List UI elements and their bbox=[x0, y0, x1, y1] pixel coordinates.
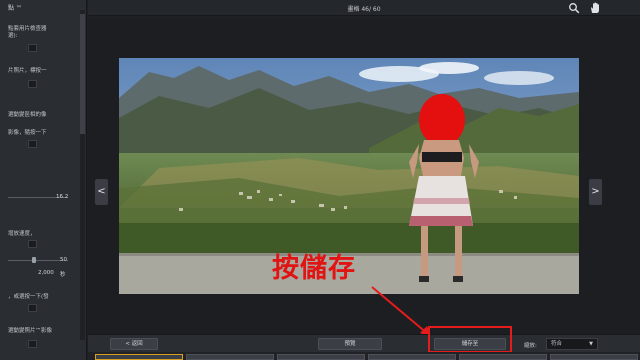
zoom-value: 符合 bbox=[551, 341, 563, 347]
save-highlight-box bbox=[428, 326, 512, 353]
zoom-label: 縮放: bbox=[524, 343, 537, 349]
back-label: 返回 bbox=[131, 341, 143, 347]
back-button[interactable]: < 返回 bbox=[110, 338, 158, 350]
bottom-toolbar: < 返回 預覽 儲存至 縮放: 符合 ▼ bbox=[88, 334, 640, 352]
preview-button[interactable]: 預覽 bbox=[318, 338, 382, 350]
thumbnail[interactable] bbox=[277, 354, 365, 360]
thumbnail[interactable] bbox=[368, 354, 456, 360]
chevron-left-icon: < bbox=[125, 341, 130, 347]
thumbnail[interactable] bbox=[186, 354, 274, 360]
thumbnail[interactable] bbox=[550, 354, 638, 360]
thumbnail[interactable] bbox=[459, 354, 547, 360]
chevron-down-icon: ▼ bbox=[589, 341, 593, 347]
zoom-select[interactable]: 符合 ▼ bbox=[546, 338, 598, 350]
thumbnail[interactable] bbox=[95, 354, 183, 360]
arrow-icon bbox=[371, 286, 432, 338]
